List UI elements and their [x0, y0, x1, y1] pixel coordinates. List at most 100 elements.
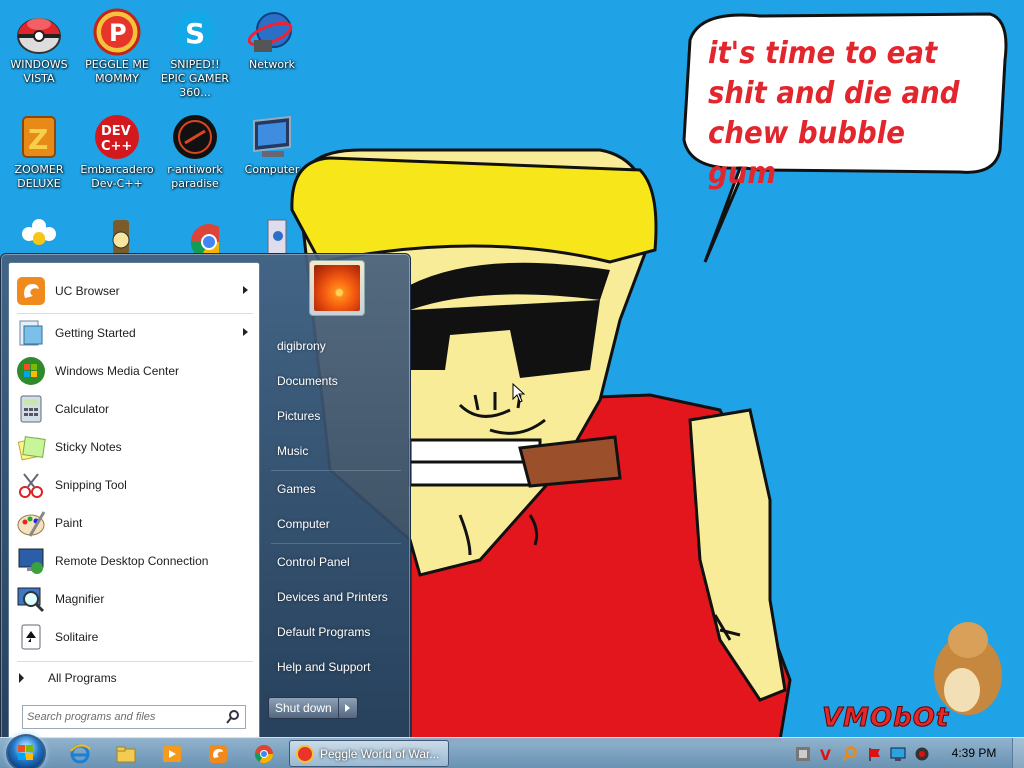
speech-bubble-text: it's time to eat shit and die and chew b…: [708, 36, 960, 191]
desktop-icon-sniped[interactable]: S SNIPED!! EPIC GAMER 360...: [157, 8, 233, 100]
link-pictures[interactable]: Pictures: [277, 406, 320, 426]
link-devices-printers[interactable]: Devices and Printers: [277, 587, 388, 607]
desktop-icon-label: Network: [249, 58, 295, 71]
link-music[interactable]: Music: [277, 441, 308, 461]
shutdown-button[interactable]: Shut down: [269, 698, 339, 718]
calculator-icon: [15, 393, 47, 425]
search-box[interactable]: [22, 705, 246, 729]
program-snipping-tool[interactable]: Snipping Tool: [12, 467, 256, 503]
separator: [17, 661, 253, 662]
separator: [17, 313, 253, 314]
tray-v-icon[interactable]: V: [818, 746, 834, 762]
desktop-icon-zoomer[interactable]: Z ZOOMER DELUXE: [1, 113, 77, 191]
program-label: Calculator: [55, 402, 110, 416]
desktop-icon-label: r-antiwork paradise: [167, 163, 223, 190]
start-menu-places-pane: digibrony Documents Pictures Music Games…: [261, 254, 411, 740]
peggle-icon: [296, 744, 314, 763]
taskbar-explorer[interactable]: [110, 741, 142, 767]
program-label: Windows Media Center: [55, 364, 180, 378]
separator: [271, 470, 401, 471]
program-magnifier[interactable]: Magnifier: [12, 581, 256, 617]
desktop-icon-label: Computer: [244, 163, 300, 176]
program-label: Snipping Tool: [55, 478, 127, 492]
program-remote-desktop[interactable]: Remote Desktop Connection: [12, 543, 256, 579]
program-label: Paint: [55, 516, 83, 530]
show-desktop-button[interactable]: [1012, 738, 1024, 768]
program-paint[interactable]: Paint: [12, 505, 256, 541]
antiwork-icon: [171, 113, 219, 161]
magnifier-icon: [15, 583, 47, 615]
flower-picture-icon: [314, 265, 360, 311]
taskbar-clock[interactable]: 4:39 PM: [940, 746, 1008, 760]
taskbar-chrome[interactable]: [248, 741, 280, 767]
separator: [271, 543, 401, 544]
shutdown-options-button[interactable]: [339, 698, 357, 718]
tray-monitor-icon[interactable]: [890, 746, 906, 762]
svg-text:Z: Z: [28, 123, 48, 156]
solitaire-icon: [15, 621, 47, 653]
desktop-icon-label: WINDOWS VISTA: [10, 58, 68, 85]
tray-volume-icon[interactable]: [914, 746, 930, 762]
svg-text:DEV: DEV: [101, 124, 131, 139]
shutdown-button-group: Shut down: [268, 697, 358, 719]
link-control-panel[interactable]: Control Panel: [277, 552, 350, 572]
link-documents[interactable]: Documents: [277, 371, 338, 391]
program-label: Remote Desktop Connection: [55, 554, 209, 568]
submenu-arrow-icon[interactable]: [243, 286, 248, 294]
program-getting-started[interactable]: Getting Started: [12, 315, 256, 351]
task-title: Peggle World of War...: [320, 746, 440, 761]
internet-explorer-icon: [70, 744, 91, 764]
desktop-icon-windows-vista[interactable]: WINDOWS VISTA: [1, 8, 77, 86]
desktop-icon-label: SNIPED!! EPIC GAMER 360...: [160, 58, 230, 99]
link-games[interactable]: Games: [277, 479, 316, 499]
link-computer[interactable]: Computer: [277, 514, 330, 534]
wallpaper-signature: VMObOt: [821, 703, 950, 734]
link-user-folder[interactable]: digibrony: [277, 336, 326, 356]
svg-text:P: P: [109, 19, 127, 47]
search-icon[interactable]: [225, 709, 241, 725]
program-calculator[interactable]: Calculator: [12, 391, 256, 427]
all-programs-button[interactable]: All Programs: [19, 667, 117, 689]
remote-desktop-icon: [15, 545, 47, 577]
desktop-icon-network[interactable]: Network: [234, 8, 310, 72]
tray-flag-icon[interactable]: [866, 746, 882, 762]
program-label: Getting Started: [55, 326, 136, 340]
tray-search-icon[interactable]: [842, 746, 858, 762]
devcpp-icon: DEV C++: [93, 113, 141, 161]
sticky-notes-icon: [15, 431, 47, 463]
desktop-icon-label: ZOOMER DELUXE: [14, 163, 64, 190]
uc-browser-icon: [209, 745, 227, 763]
desktop-icon-peggle[interactable]: P PEGGLE ME MOMMY: [79, 8, 155, 86]
program-windows-media-center[interactable]: Windows Media Center: [12, 353, 256, 389]
program-label: Magnifier: [55, 592, 105, 606]
desktop-icon-antiwork[interactable]: r-antiwork paradise: [157, 113, 233, 191]
program-label: UC Browser: [55, 284, 120, 298]
link-default-programs[interactable]: Default Programs: [277, 622, 370, 642]
program-sticky-notes[interactable]: Sticky Notes: [12, 429, 256, 465]
desktop-icon-label: Embarcadero Dev-C++: [80, 163, 154, 190]
desktop-icon-devcpp[interactable]: DEV C++ Embarcadero Dev-C++: [79, 113, 155, 191]
paint-icon: [15, 507, 47, 539]
search-input[interactable]: [27, 707, 222, 727]
taskbar: Peggle World of War... V 4:39 PM: [0, 734, 1024, 768]
taskbar-media-player[interactable]: [156, 741, 188, 767]
pokeball-icon: [15, 8, 63, 56]
taskbar-internet-explorer[interactable]: [64, 741, 96, 767]
link-help-support[interactable]: Help and Support: [277, 657, 370, 677]
triangle-right-icon: [19, 673, 24, 683]
mouse-cursor-icon: [512, 383, 526, 403]
taskbar-task-peggle[interactable]: Peggle World of War...: [289, 740, 449, 767]
submenu-arrow-icon[interactable]: [243, 328, 248, 336]
start-button[interactable]: [6, 734, 46, 768]
start-menu: UC Browser Getting Started Windows Media…: [0, 253, 411, 740]
uc-browser-icon: [15, 275, 47, 307]
windows-logo-icon: [18, 745, 33, 760]
program-solitaire[interactable]: Solitaire: [12, 619, 256, 655]
user-picture[interactable]: [309, 260, 365, 316]
desktop-icon-computer[interactable]: Computer: [234, 113, 310, 177]
media-player-icon: [163, 746, 181, 762]
taskbar-uc-browser[interactable]: [202, 741, 234, 767]
tray-app-icon[interactable]: [795, 746, 811, 762]
program-uc-browser[interactable]: UC Browser: [12, 273, 256, 309]
all-programs-label: All Programs: [48, 671, 117, 685]
